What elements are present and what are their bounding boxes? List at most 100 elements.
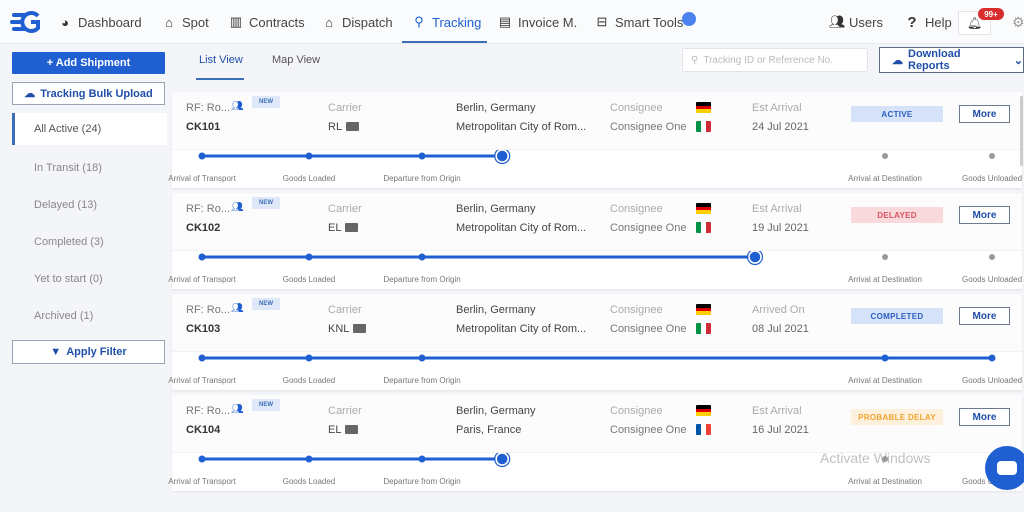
stage-dot [418,455,426,463]
search-placeholder: Tracking ID or Reference No. [703,54,834,66]
cloud-download-icon: ☁ [892,54,903,67]
tab-map-view[interactable]: Map View [272,54,320,66]
date-label: Est Arrival [752,405,802,417]
filter-completed[interactable]: Completed (3) [12,223,167,260]
status-badge: DELAYED [851,207,943,223]
document-icon: ▤ [498,14,512,29]
nav-invoice[interactable]: ▤ Invoice M. [498,0,577,44]
destination-text: Metropolitan City of Rom... [456,121,587,133]
truck-icon [353,324,367,333]
question-icon: ? [907,13,917,31]
new-badge: NEW [252,197,280,209]
chat-icon [997,461,1017,475]
scrollbar[interactable] [1020,96,1023,166]
users-icon: 👥︎ [231,404,244,415]
filter-all-active[interactable]: All Active (24) [12,113,167,145]
nav-label: Smart Tools [615,14,684,30]
origin-text: Berlin, Germany [456,304,536,316]
consignee-value: Consignee One [610,121,687,133]
consignee-label: Consignee [610,405,663,417]
gear-icon[interactable]: ⚙ [1012,14,1024,31]
consignee-value: Consignee One [610,222,687,234]
carrier-label: Carrier [328,405,362,417]
briefcase-icon: ▥ [229,14,243,29]
stage-label: Arrival at Destination [848,275,922,284]
carrier-code: KNL [328,323,350,335]
stage-label: Goods Loaded [282,477,336,486]
truck-icon [345,425,359,434]
shipment-id: CK102 [186,222,221,234]
stage-label: Arrival of Transport [168,376,236,385]
nav-contracts[interactable]: ▥ Contracts [229,0,305,44]
chevron-down-icon: ⌄ [1013,54,1023,67]
nav-dispatch[interactable]: ⌂ Dispatch [322,0,393,44]
toolbox-icon: ⊟ [596,14,608,29]
filter-in-transit[interactable]: In Transit (18) [12,149,167,186]
consignee-value: Consignee One [610,424,687,436]
pie-chart-icon: ◕ [61,14,69,30]
status-badge: ACTIVE [851,106,943,122]
funnel-icon: ▼ [50,346,62,358]
progress-svg [198,354,996,362]
shipment-card[interactable]: RF: Ro... 👥︎ NEW CK103 Carrier KNL Berlin, Ger… [168,294,1022,390]
logo-icon[interactable] [10,10,42,34]
download-reports-button[interactable]: ☁ Download Reports ⌄ [879,47,1024,73]
tab-list-view[interactable]: List View [199,54,243,66]
progress-tracker: Arrival of Transport Goods Loaded Departur… [168,352,1022,390]
nav-label: Contracts [249,14,305,30]
more-button[interactable]: More [959,307,1010,325]
stage-label: Arrival of Transport [168,275,236,284]
reference-text: RF: Ro... [186,102,231,114]
nav-label: Dashboard [78,14,142,30]
stage-dot [418,354,426,362]
carrier-code: RL [328,121,343,133]
nav-dashboard[interactable]: ◕ Dashboard [58,0,142,44]
carrier-label: Carrier [328,203,362,215]
stage-dot [988,354,996,362]
more-button[interactable]: More [959,408,1010,426]
nav-tracking[interactable]: ⚲ Tracking [412,0,481,44]
nav-label: Invoice M. [518,14,578,30]
stage-dot [198,253,206,261]
status-filter-list: All Active (24) In Transit (18) Delayed … [12,113,167,334]
nav-users[interactable]: 👥︎ Users [829,0,883,44]
shipment-card[interactable]: RF: Ro... 👥︎ NEW CK104 Carrier EL Berlin, Germ… [168,395,1022,491]
nav-help[interactable]: ? Help [905,0,951,44]
status-badge: PROBABLE DELAY [851,409,943,425]
stage-dot [989,254,995,260]
search-input[interactable]: ⚲ Tracking ID or Reference No. [682,48,868,72]
filter-archived[interactable]: Archived (1) [12,297,167,334]
apply-filter-label: Apply Filter [66,346,127,358]
more-button[interactable]: More [959,105,1010,123]
shipment-card[interactable]: RF: Ro... 👥︎ NEW CK102 Carrier EL Berlin, Germ… [168,193,1022,289]
nav-label: Users [849,14,883,30]
more-button[interactable]: More [959,206,1010,224]
truck-icon [345,223,359,232]
reference-text: RF: Ro... [186,203,231,215]
nav-smart-tools[interactable]: ⊟ Smart Tools [595,0,684,44]
new-badge: NEW [252,399,280,411]
carrier-value: EL [328,222,359,234]
tracking-bulk-upload-button[interactable]: ☁ Tracking Bulk Upload [12,82,165,105]
shipment-card[interactable]: RF: Ro... 👥︎ NEW CK101 Carrier RL Berlin, Germ… [168,92,1022,188]
chat-button[interactable] [985,446,1024,490]
apply-filter-button[interactable]: ▼ Apply Filter [12,340,165,364]
nav-spot[interactable]: ⌂ Spot [162,0,209,44]
destination-text: Metropolitan City of Rom... [456,222,587,234]
home-icon: ⌂ [325,14,333,30]
carrier-value: EL [328,424,359,436]
windows-watermark: Activate Windows [820,450,931,466]
stage-label: Arrival at Destination [848,376,922,385]
progress-svg [198,251,995,266]
stage-dot [989,153,995,159]
carrier-value: KNL [328,323,367,335]
consignee-label: Consignee [610,102,663,114]
filter-delayed[interactable]: Delayed (13) [12,186,167,223]
add-shipment-button[interactable]: + Add Shipment [12,52,165,74]
active-tab-indicator [196,78,244,80]
filter-yet-to-start[interactable]: Yet to start (0) [12,260,167,297]
shipment-id: CK104 [186,424,221,436]
download-reports-label: Download Reports [908,48,961,72]
status-badge: COMPLETED [851,308,943,324]
map-pin-icon: ⚲ [414,14,424,29]
